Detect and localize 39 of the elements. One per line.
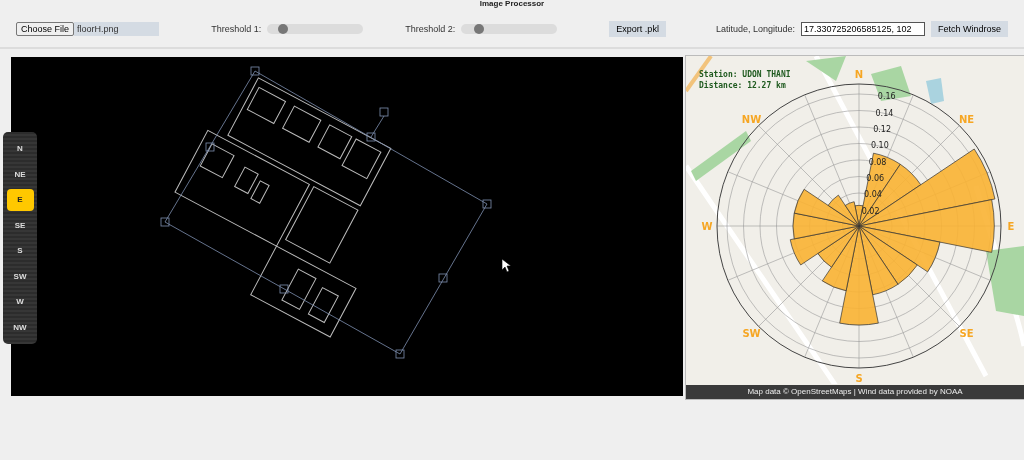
- choose-file-button[interactable]: Choose File: [16, 22, 75, 36]
- compass-label: NW: [741, 113, 762, 125]
- threshold-slider[interactable]: [461, 24, 558, 34]
- coordinates-label: Latitude, Longitude:: [715, 24, 795, 34]
- ring-label: 0.14: [875, 108, 894, 118]
- direction-button[interactable]: NE: [6, 163, 34, 186]
- threshold-slider[interactable]: [267, 24, 364, 34]
- compass-label: NE: [958, 113, 975, 125]
- fetch-windrose-button[interactable]: Fetch Windrose: [930, 21, 1008, 37]
- station-name: Station: UDON THANI: [699, 69, 791, 80]
- cursor-icon: [502, 259, 511, 272]
- map-attribution: Map data © OpenStreetMaps | Wind data provided by NOAA: [686, 385, 1024, 399]
- direction-button[interactable]: SW: [6, 265, 34, 288]
- threshold-label: Threshold 2:: [405, 24, 456, 34]
- compass-label: S: [855, 373, 863, 384]
- station-distance: Distance: 12.27 km: [699, 80, 787, 91]
- compass-label: SE: [959, 328, 974, 340]
- compass-label: W: [701, 221, 713, 232]
- direction-button[interactable]: SE: [6, 214, 34, 237]
- export-button[interactable]: Export .pkl: [609, 21, 666, 37]
- ring-label: 0.16: [877, 92, 896, 102]
- ring-label: 0.10: [870, 141, 889, 151]
- selection-frame[interactable]: [160, 66, 492, 359]
- compass-label: SW: [742, 328, 761, 340]
- compass-label: E: [1007, 221, 1015, 232]
- direction-button[interactable]: W: [6, 290, 34, 313]
- file-name: floorH.png: [74, 22, 160, 36]
- direction-button[interactable]: N: [6, 137, 34, 160]
- slider-thumb[interactable]: [277, 24, 288, 34]
- coordinates-field[interactable]: 17.330725206585125, 102: [800, 22, 925, 36]
- ring-label: 0.02: [861, 206, 880, 216]
- ring-label: 0.12: [873, 124, 892, 134]
- slider-thumb[interactable]: [474, 24, 485, 34]
- direction-button[interactable]: NW: [6, 316, 34, 339]
- direction-button[interactable]: S: [6, 239, 34, 262]
- threshold-label: Threshold 1:: [211, 24, 262, 34]
- window-title: Image Processor: [478, 0, 546, 8]
- direction-button[interactable]: E: [6, 188, 34, 211]
- compass-label: N: [854, 69, 864, 80]
